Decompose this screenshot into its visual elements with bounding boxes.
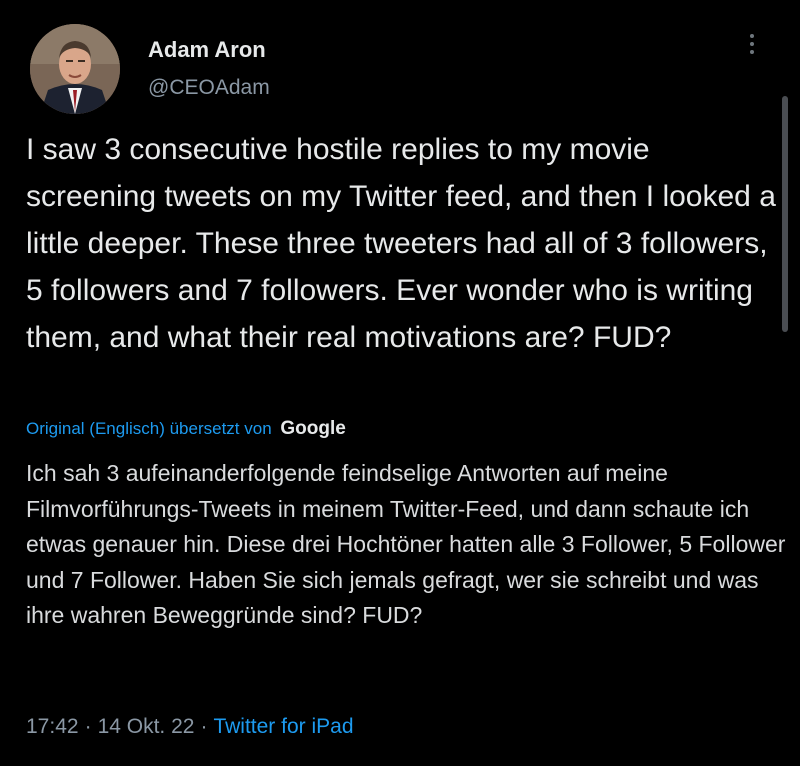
google-logo: Google xyxy=(280,418,346,439)
author-handle[interactable]: @CEOAdam xyxy=(148,74,270,102)
scrollbar[interactable] xyxy=(782,96,788,332)
more-vertical-icon xyxy=(740,34,764,54)
translation-credit-link[interactable]: Original (Englisch) übersetzt von xyxy=(26,419,272,438)
author-info: Adam Aron @CEOAdam xyxy=(148,36,270,102)
translated-tweet-text: Ich sah 3 aufeinanderfolgende feindselig… xyxy=(26,460,786,628)
avatar[interactable] xyxy=(30,24,120,114)
tweet-time[interactable]: 17:42 xyxy=(26,715,79,738)
more-options-button[interactable] xyxy=(740,30,764,64)
tweet-date[interactable]: 14 Okt. 22 xyxy=(98,715,195,738)
tweet-detail: Adam Aron @CEOAdam I saw 3 consecutive h… xyxy=(0,0,800,766)
author-display-name[interactable]: Adam Aron xyxy=(148,36,270,64)
translation-credit: Original (Englisch) übersetzt von Google xyxy=(26,418,346,440)
tweet-metadata: 17:42 · 14 Okt. 22 · Twitter for iPad xyxy=(26,712,354,742)
separator: · xyxy=(200,715,208,738)
profile-photo xyxy=(30,24,120,114)
tweet-text: I saw 3 consecutive hostile replies to m… xyxy=(26,133,776,354)
tweet-source-link[interactable]: Twitter for iPad xyxy=(213,715,353,738)
separator: · xyxy=(84,715,92,738)
